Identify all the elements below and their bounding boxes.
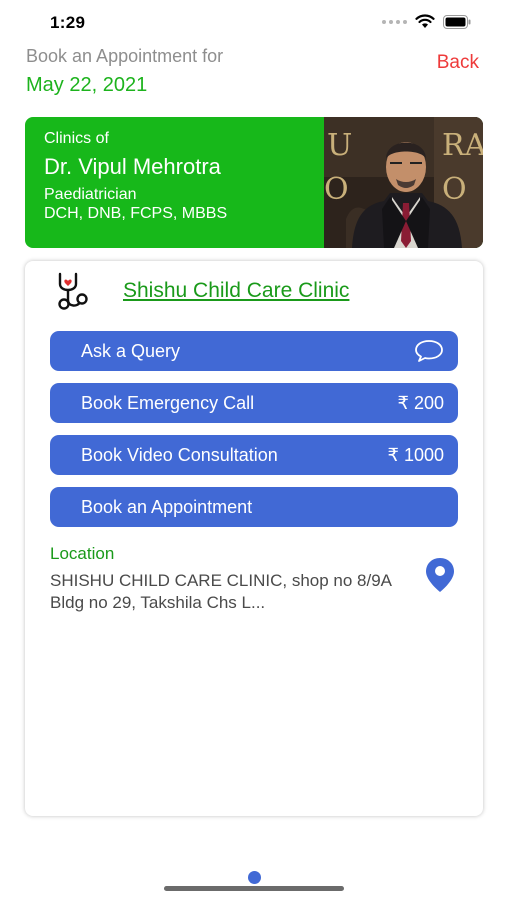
status-bar: 1:29 [0,0,507,44]
doctor-specialty: Paediatrician [44,186,137,203]
svg-text:RA: RA [442,128,483,163]
wifi-icon [415,14,435,28]
doctor-info: Clinics of Dr. Vipul Mehrotra Paediatric… [44,129,227,223]
book-appointment-label: Book an Appointment [81,496,253,517]
svg-text:O: O [442,172,467,207]
appointment-date: May 22, 2021 [26,74,148,96]
book-appointment-button[interactable]: Book an Appointment [50,487,458,527]
doctor-name: Dr. Vipul Mehrotra [44,154,221,179]
svg-text:O: O [324,172,349,207]
svg-text:U: U [327,128,352,163]
location-address: SHISHU CHILD CARE CLINIC, shop no 8/9A B… [50,571,392,612]
page-indicator-dot [248,871,261,884]
clinics-of-label: Clinics of [44,130,109,147]
status-icons [382,14,471,29]
stethoscope-icon [58,272,88,310]
book-emergency-call-button[interactable]: Book Emergency Call ₹ 200 [50,383,458,423]
book-video-consultation-button[interactable]: Book Video Consultation ₹ 1000 [50,435,458,475]
video-consultation-label: Book Video Consultation [81,444,278,465]
video-consultation-price: ₹ 1000 [387,444,445,465]
status-time: 1:29 [50,13,86,32]
back-button[interactable]: Back [437,52,479,74]
doctor-photo: U RA O O [324,117,483,248]
ask-query-label: Ask a Query [81,340,181,361]
doctor-card: Clinics of Dr. Vipul Mehrotra Paediatric… [25,117,483,248]
emergency-call-label: Book Emergency Call [81,392,255,413]
emergency-call-price: ₹ 200 [397,392,445,413]
doctor-qualifications: DCH, DNB, FCPS, MBBS [44,205,228,222]
location-label: Location [50,544,115,563]
chat-bubble-icon [415,340,443,362]
clinic-name-link[interactable]: Shishu Child Care Clinic [123,279,349,303]
header-subtitle: Book an Appointment for [26,46,224,66]
home-indicator [164,886,344,891]
battery-icon [443,14,471,29]
cellular-signal-icon [382,19,407,24]
ask-query-button[interactable]: Ask a Query [50,331,458,371]
map-pin-icon[interactable] [424,557,456,593]
clinic-card: Shishu Child Care Clinic Ask a Query Boo… [25,261,483,816]
